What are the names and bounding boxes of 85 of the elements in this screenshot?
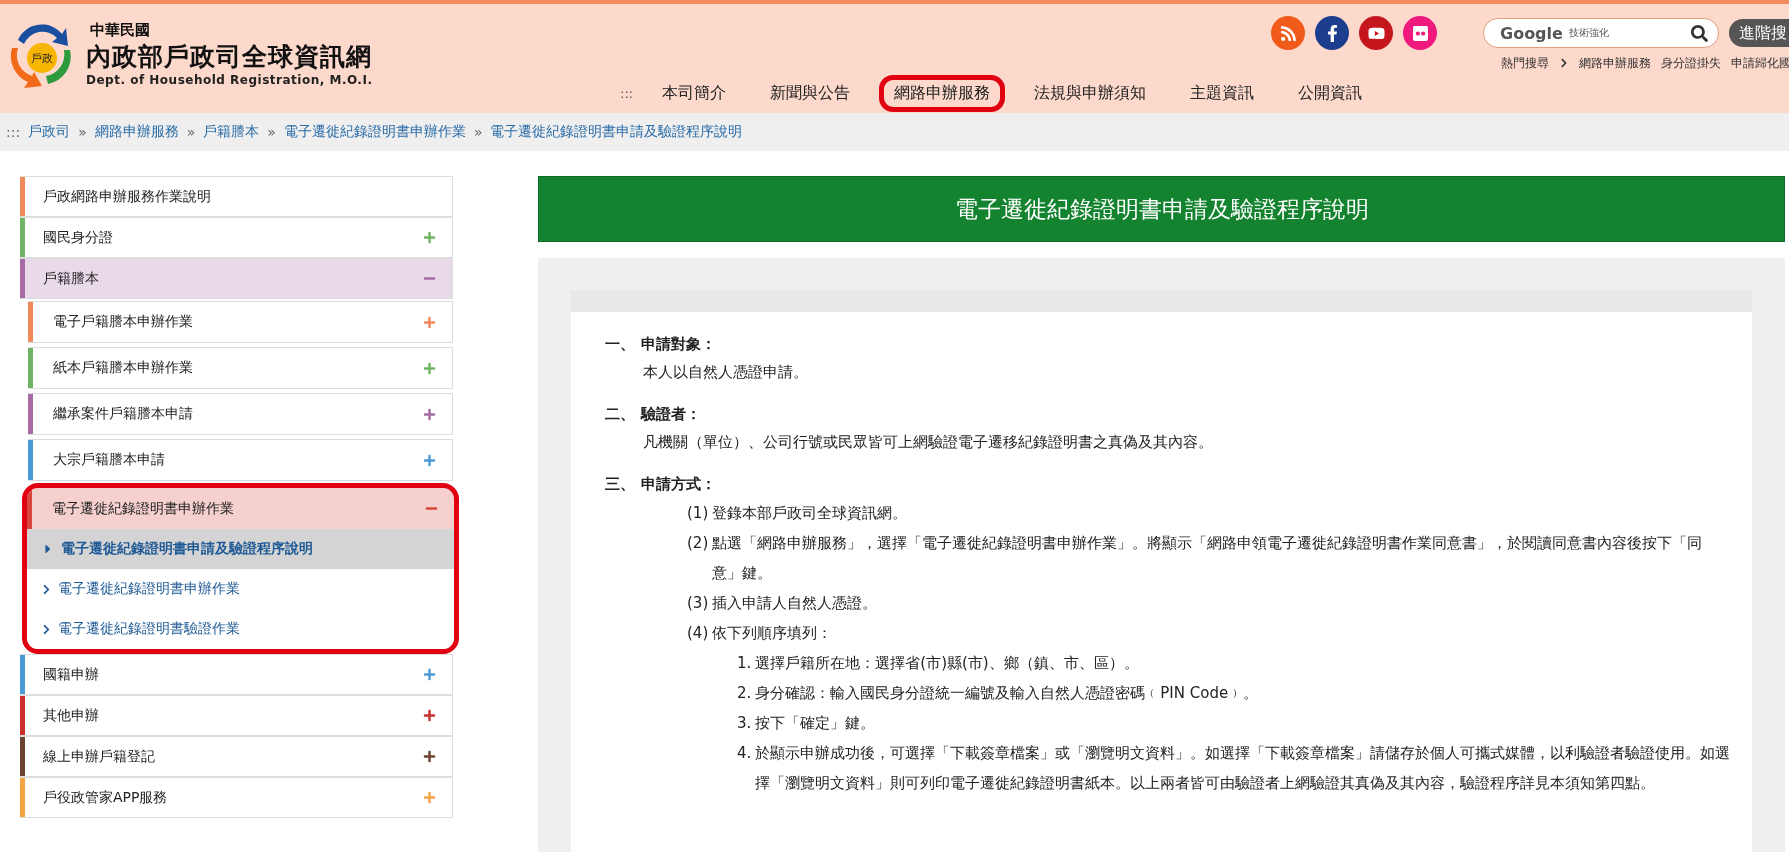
- sidebar-item[interactable]: 大宗戶籍謄本申請: [28, 439, 453, 481]
- step-text: 選擇戶籍所在地：選擇省(市)縣(市)、鄉（鎮、市、區）。: [755, 653, 1139, 674]
- rss-icon[interactable]: [1271, 16, 1305, 50]
- section-text: 凡機關（單位）、公司行號或民眾皆可上網驗證電子遷移紀錄證明書之真偽及其內容。: [643, 432, 1214, 453]
- facebook-icon[interactable]: [1315, 16, 1349, 50]
- section-title: 驗證者：: [641, 404, 701, 425]
- section-title: 申請方式：: [641, 474, 716, 495]
- sidebar-item[interactable]: 國籍申辦: [20, 654, 453, 695]
- sidebar-item-label: 戶籍謄本: [43, 269, 100, 288]
- sidebar-item-label: 戶役政管家APP服務: [43, 788, 169, 807]
- sidebar-item[interactable]: 紙本戶籍謄本申辦作業: [28, 347, 453, 389]
- search-brand: Google: [1500, 23, 1563, 43]
- search-icon[interactable]: [1691, 24, 1708, 42]
- section-number: 二、: [605, 404, 635, 425]
- sidebar-item-label: 國籍申辦: [43, 665, 100, 684]
- step-text: 身分確認：輸入國民身分證統一編號及輸入自然人憑證密碼﹙PIN Code﹚。: [755, 683, 1259, 704]
- step-text: 按下「確定」鍵。: [755, 713, 876, 734]
- sidebar-item-label: 戶政網路申辦服務作業說明: [43, 187, 212, 206]
- list-marker: (3): [687, 593, 709, 614]
- nav-item[interactable]: 公開資訊: [1283, 74, 1378, 112]
- list-marker: 3.: [737, 713, 752, 734]
- section-number: 三、: [605, 474, 635, 495]
- list-marker: (2): [687, 533, 709, 554]
- breadcrumb-link[interactable]: 戶政司: [28, 123, 71, 141]
- chevron-icon: [1559, 58, 1569, 68]
- breadcrumb-prefix: :::: [6, 124, 21, 140]
- site-title: 內政部戶政司全球資訊網: [86, 41, 373, 73]
- sidebar-item[interactable]: 戶政網路申辦服務作業說明: [20, 176, 453, 217]
- nav-item[interactable]: 新聞與公告: [755, 74, 866, 112]
- sidebar-item[interactable]: 繼承案件戶籍謄本申請: [28, 393, 453, 435]
- nav-prefix: :::: [620, 85, 634, 101]
- step-text: 插入申請人自然人憑證。: [712, 593, 878, 614]
- section-title: 申請對象：: [641, 334, 716, 355]
- flickr-icon[interactable]: [1403, 16, 1437, 50]
- submenu-link[interactable]: 電子遷徙紀錄證明書申請及驗證程序說明: [27, 529, 454, 569]
- advanced-search-button[interactable]: 進階搜: [1729, 19, 1789, 47]
- breadcrumb-link[interactable]: 戶籍謄本: [203, 123, 260, 141]
- sidebar-item-label: 紙本戶籍謄本申辦作業: [53, 359, 194, 377]
- nav-item[interactable]: 主題資訊: [1175, 74, 1270, 112]
- hot-search-link[interactable]: 網路申辦服務: [1579, 54, 1651, 72]
- sidebar-item-label: 線上申辦戶籍登記: [43, 747, 156, 766]
- sidebar-item[interactable]: 其他申辦: [20, 695, 453, 736]
- sidebar-item[interactable]: 電子戶籍謄本申辦作業: [28, 301, 453, 343]
- step-text: 依下列順序填列：: [712, 623, 833, 644]
- search-brand-note: 技術強化: [1568, 26, 1610, 40]
- hot-search-link[interactable]: 申請歸化國: [1731, 54, 1789, 72]
- nav-item[interactable]: 本司簡介: [647, 74, 742, 112]
- sidebar-item[interactable]: 戶役政管家APP服務: [20, 777, 453, 818]
- breadcrumb-separator: »: [473, 124, 483, 140]
- sidebar-item-label: 國民身分證: [43, 228, 114, 247]
- sidebar-item-label: 電子遷徙紀錄證明書申辦作業: [52, 499, 235, 518]
- sidebar-item-label: 電子戶籍謄本申辦作業: [53, 313, 194, 331]
- nav-item[interactable]: 法規與申辦須知: [1019, 74, 1162, 112]
- breadcrumb-link[interactable]: 電子遷徙紀錄證明書申請及驗證程序說明: [490, 123, 743, 141]
- list-marker: 2.: [737, 683, 752, 704]
- youtube-icon[interactable]: [1359, 16, 1393, 50]
- chevron-icon: [41, 583, 52, 595]
- breadcrumb-separator: »: [78, 124, 87, 140]
- country-name: 中華民國: [90, 21, 151, 40]
- search-field[interactable]: Google 技術強化: [1483, 18, 1719, 48]
- site-subtitle: Dept. of Household Registration, M.O.I.: [86, 73, 373, 87]
- hot-search-link[interactable]: 身分證掛失: [1661, 54, 1721, 72]
- list-marker: 4.: [737, 743, 752, 764]
- sidebar-item-label: 大宗戶籍謄本申請: [53, 451, 166, 469]
- step-text: 於顯示申辦成功後，可選擇「下載簽章檔案」或「瀏覽明文資料」。如選擇「下載簽章檔案」請儲存於個人可攜式媒體，以利驗證者驗證使用。如選擇「瀏覽明文資料」則可列印電子遷徙紀錄證明書紙本。以上兩者皆可由驗證者上網驗證其真偽及其內容，驗證程序詳見本須知第四點。: [755, 743, 1732, 794]
- sidebar-item-label: 繼承案件戶籍謄本申請: [53, 405, 194, 423]
- step-text: 點選「網路申辦服務」，選擇「電子遷徙紀錄證明書申辦作業」。將顯示「網路申領電子遷徙紀錄證明書作業同意書」，於閱讀同意書內容後按下「同意」鍵。: [712, 533, 1704, 584]
- section-number: 一、: [605, 334, 635, 355]
- sidebar-item[interactable]: 電子遷徙紀錄證明書申辦作業: [27, 488, 454, 529]
- sidebar-item[interactable]: 國民身分證: [20, 217, 453, 258]
- chevron-icon: [41, 623, 52, 635]
- breadcrumb-link[interactable]: 電子遷徙紀錄證明書申辦作業: [283, 123, 466, 141]
- section-text: 本人以自然人憑證申請。: [643, 362, 809, 383]
- logo-text: 戶政: [31, 52, 53, 65]
- hot-search-label: 熱門搜尋: [1501, 54, 1549, 72]
- breadcrumb-separator: »: [267, 124, 276, 140]
- breadcrumb-link[interactable]: 網路申辦服務: [94, 123, 179, 141]
- list-marker: (1): [687, 503, 709, 524]
- breadcrumb-separator: »: [186, 124, 196, 140]
- sidebar-item[interactable]: 線上申辦戶籍登記: [20, 736, 453, 777]
- list-marker: 1.: [737, 653, 752, 674]
- step-text: 登錄本部戶政司全球資訊網。: [712, 503, 908, 524]
- list-marker: (4): [687, 623, 709, 644]
- page-title: 電子遷徙紀錄證明書申請及驗證程序說明: [538, 176, 1785, 242]
- sidebar-item-label: 其他申辦: [43, 706, 100, 725]
